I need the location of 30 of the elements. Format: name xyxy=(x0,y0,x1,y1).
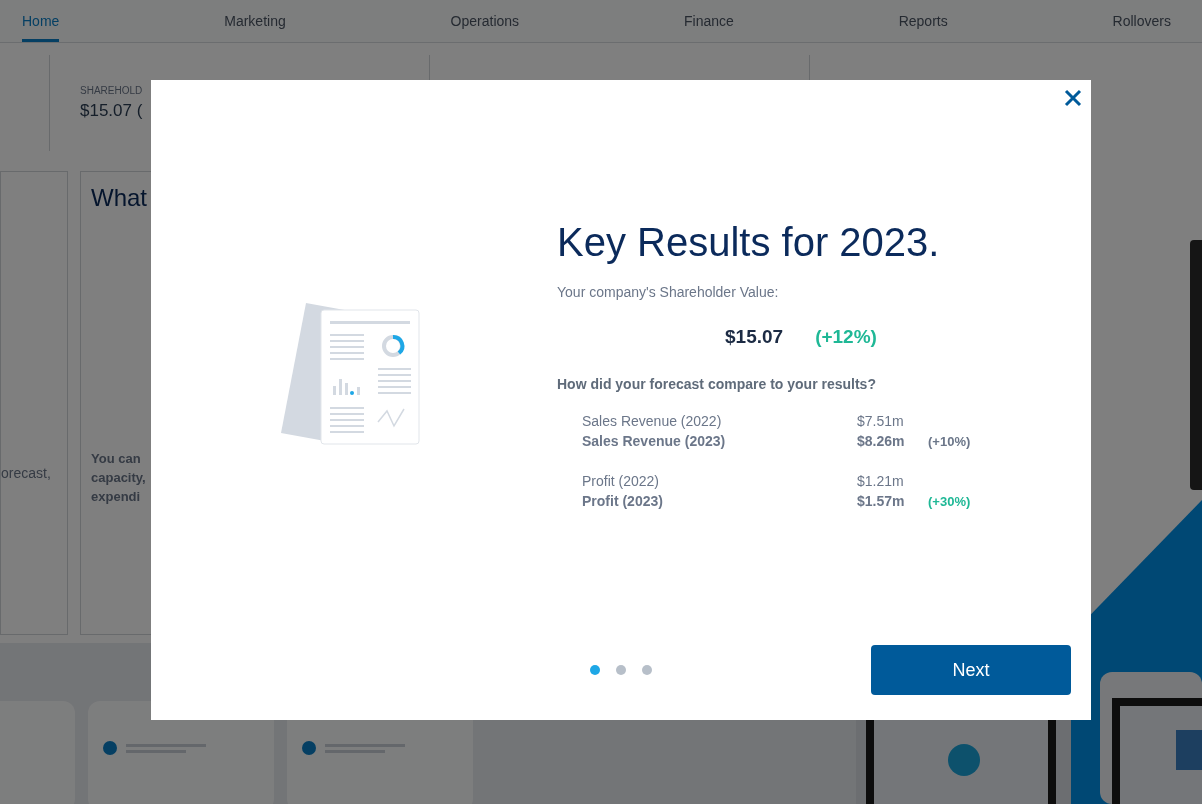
question-text: How did your forecast compare to your results? xyxy=(557,374,877,394)
value-change: (+12%) xyxy=(815,325,877,349)
nav-tab[interactable]: Marketing xyxy=(224,0,286,42)
nav-tab[interactable]: Home xyxy=(22,0,60,42)
stat-value: $15.07 ( xyxy=(80,99,144,122)
stat-label: SHAREHOLD xyxy=(80,83,144,98)
metric-label: Sales Revenue (2023) xyxy=(582,431,727,451)
subtitle-text: Your company's Shareholder Value: xyxy=(557,283,780,302)
metric-label: Profit (2022) xyxy=(582,471,661,491)
card-heading: What xyxy=(91,183,148,213)
card-text: orecast, xyxy=(1,464,52,483)
nav-tab[interactable]: Finance xyxy=(684,0,734,42)
metric-label: Sales Revenue (2022) xyxy=(582,411,723,431)
metric-value: $7.51m xyxy=(857,411,905,431)
shareholder-value: $15.07 xyxy=(725,325,784,349)
next-button[interactable]: Next xyxy=(871,645,1071,695)
nav-tab[interactable]: Rollovers xyxy=(1112,0,1171,42)
close-icon xyxy=(1064,89,1082,107)
metric-value: $1.21m xyxy=(857,471,905,491)
dialog-title: Key Results for 2023. xyxy=(557,219,941,266)
metric-label: Profit (2023) xyxy=(582,491,664,511)
nav-tab[interactable]: Reports xyxy=(898,0,948,42)
metric-value: $8.26m xyxy=(857,431,906,451)
nav-tab[interactable]: Operations xyxy=(450,0,520,42)
card-text: You can xyxy=(91,450,142,468)
metric-change: (+10%) xyxy=(928,432,971,451)
card-text: capacity, xyxy=(91,469,147,487)
metric-value: $1.57m xyxy=(857,491,906,511)
card-text: expendi xyxy=(91,488,142,506)
metric-change: (+30%) xyxy=(928,492,971,511)
